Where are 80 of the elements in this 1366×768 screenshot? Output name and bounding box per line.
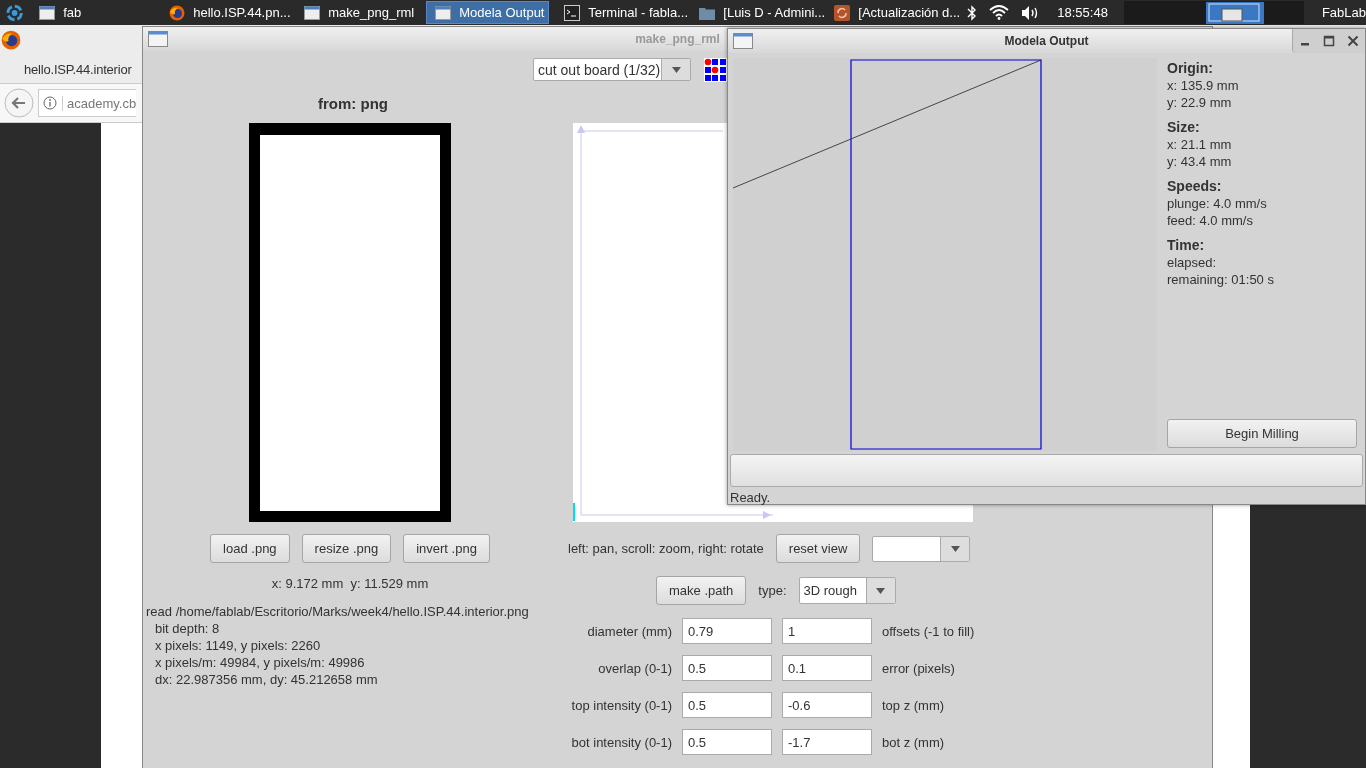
user-name[interactable]: FabLab <box>1321 5 1366 20</box>
input-field[interactable]: 0.79 <box>682 618 772 644</box>
view-hint: left: pan, scroll: zoom, right: rotate <box>568 541 764 556</box>
field-label: offsets (-1 to fill) <box>882 623 976 639</box>
section-title: from: png <box>318 94 388 114</box>
input-field[interactable]: -0.6 <box>782 692 872 718</box>
cursor-coordinates: x: 9.172 mm y: 11.529 mm <box>271 576 429 591</box>
info-text: y: 22.9 mm <box>1167 94 1233 111</box>
close-icon[interactable] <box>1347 35 1359 47</box>
input-field[interactable]: 1 <box>782 618 872 644</box>
address-bar[interactable]: academy.cb <box>38 89 137 117</box>
terminal-icon <box>564 4 581 21</box>
section-heading: Origin: <box>1167 60 1214 77</box>
field-label: diameter (mm) <box>586 623 672 639</box>
logo-icon <box>703 56 729 83</box>
info-text: dx: 22.987356 mm, dy: 45.212658 mm <box>154 671 379 688</box>
taskbar-item[interactable]: hello.ISP.44.pn... <box>161 1 290 24</box>
type-dropdown[interactable]: 3D rough <box>798 577 896 604</box>
taskbar-item[interactable]: make_png_rml <box>296 1 420 24</box>
taskbar-item[interactable]: fab <box>31 1 155 24</box>
action-button[interactable]: load .png <box>210 534 290 563</box>
field-label: top intensity (0-1) <box>570 697 672 713</box>
info-text: feed: 4.0 mm/s <box>1167 212 1254 229</box>
caret-icon <box>876 587 885 594</box>
section-heading: Time: <box>1167 237 1206 254</box>
bluetooth-icon[interactable] <box>967 4 978 21</box>
info-text: elapsed: <box>1167 254 1218 271</box>
window-icon <box>39 5 56 20</box>
workspace-switcher[interactable] <box>1123 1 1304 24</box>
section-heading: Speeds: <box>1167 178 1223 195</box>
status-text: Ready. <box>729 489 772 507</box>
input-field[interactable]: 0.5 <box>682 729 772 755</box>
info-text: x: 135.9 mm <box>1167 77 1240 94</box>
window-icon <box>148 31 168 47</box>
action-button[interactable]: resize .png <box>301 534 392 563</box>
field-label: overlap (0-1) <box>597 660 672 676</box>
taskbar-item[interactable]: Modela Output <box>426 1 550 24</box>
caret-icon <box>671 66 681 73</box>
info-text: x pixels: 1149, y pixels: 2260 <box>154 637 322 654</box>
browser-tab[interactable]: hello.ISP.44.interior <box>24 62 132 77</box>
input-field[interactable]: 0.5 <box>682 655 772 681</box>
clock[interactable]: 18:55:48 <box>1057 5 1108 20</box>
info-text: bit depth: 8 <box>154 620 221 637</box>
taskbar-item[interactable]: Terminal - fabla... <box>556 1 685 24</box>
input-field[interactable]: -1.7 <box>782 729 872 755</box>
action-button[interactable]: invert .png <box>403 534 490 563</box>
reset-view-button[interactable]: reset view <box>775 534 861 563</box>
window-icon <box>435 5 452 20</box>
window-title: make_png_rml <box>635 32 720 46</box>
wifi-icon[interactable] <box>989 5 1010 20</box>
browser-icon <box>1 30 21 50</box>
begin-milling-button[interactable]: Begin Milling <box>1167 419 1357 448</box>
type-label: type: <box>758 583 787 598</box>
browser-icon <box>169 4 186 21</box>
info-text: x pixels/m: 49984, y pixels/m: 49986 <box>154 654 366 671</box>
input-field[interactable]: 0.5 <box>682 692 772 718</box>
maximize-icon[interactable] <box>1323 35 1335 47</box>
folder-icon <box>699 5 716 20</box>
info-text: remaining: 01:50 s <box>1167 271 1275 288</box>
caret-icon <box>950 545 960 552</box>
field-label: top z (mm) <box>882 697 946 713</box>
update-icon <box>834 4 851 21</box>
field-label: bot z (mm) <box>882 734 946 750</box>
launcher-icon[interactable] <box>5 2 25 23</box>
mode-dropdown[interactable]: cut out board (1/32) <box>533 58 691 81</box>
make-path-button[interactable]: make .path <box>656 576 747 605</box>
info-text: y: 43.4 mm <box>1167 153 1233 170</box>
back-icon[interactable] <box>4 88 34 118</box>
info-text: x: 21.1 mm <box>1167 136 1233 153</box>
info-icon <box>43 96 57 110</box>
info-text: plunge: 4.0 mm/s <box>1167 195 1268 212</box>
section-heading: Size: <box>1167 119 1201 136</box>
info-text: read /home/fablab/Escritorio/Marks/week4/hello.ISP.44.interior.png <box>146 603 530 620</box>
window-icon <box>304 5 321 20</box>
window-icon <box>733 33 753 49</box>
field-label: error (pixels) <box>882 660 956 676</box>
field-label: bot intensity (0-1) <box>570 734 672 750</box>
axis-marker <box>573 502 575 522</box>
input-field[interactable]: 0.1 <box>782 655 872 681</box>
window-title: Modela Output <box>1004 34 1089 48</box>
